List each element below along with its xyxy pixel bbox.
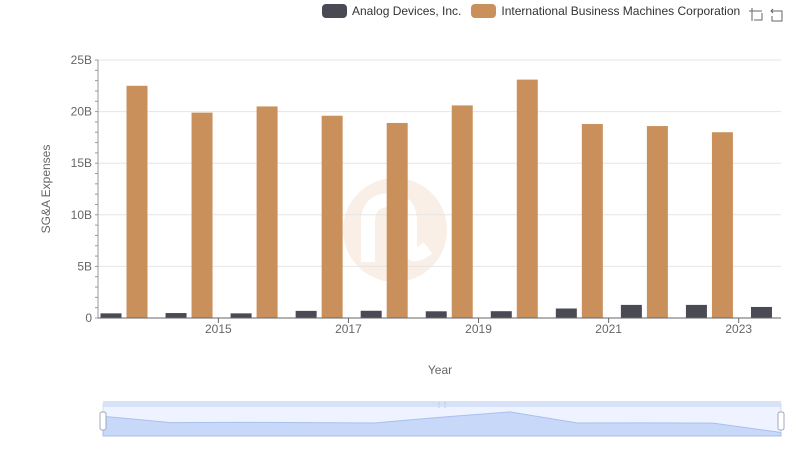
data-zoom-slider[interactable]: ⋮⋮ xyxy=(99,401,785,437)
x-tick-label: 2023 xyxy=(725,322,752,336)
bar-ibm-2018[interactable] xyxy=(386,122,408,319)
y-tick-label: 25B xyxy=(71,53,92,67)
y-tick-label: 20B xyxy=(71,105,92,119)
bar-analog-devices-2016[interactable] xyxy=(230,313,252,318)
chart: 0 5B 10B 15B 20B 25B 2015 2017 2019 2021 2023 SG&… xyxy=(39,53,785,437)
legend-label: International Business Machines Corporat… xyxy=(501,4,741,18)
x-axis-title: Year xyxy=(428,363,452,377)
toolbox xyxy=(746,6,786,24)
bar-analog-devices-2019[interactable] xyxy=(425,311,447,318)
bar-ibm-2016[interactable] xyxy=(256,106,278,318)
bar-analog-devices-2015[interactable] xyxy=(165,313,187,318)
bar-analog-devices-2018[interactable] xyxy=(360,310,382,318)
y-tick-label: 0 xyxy=(85,311,92,325)
y-axis-title: SG&A Expenses xyxy=(39,145,53,234)
y-tick-label: 15B xyxy=(71,156,92,170)
bar-ibm-2022[interactable] xyxy=(646,126,668,318)
bar-analog-devices-2023[interactable] xyxy=(685,304,707,318)
bar-analog-devices-2017[interactable] xyxy=(295,310,317,318)
x-axis: 2015 2017 2019 2021 2023 xyxy=(98,317,781,336)
bar-analog-devices-2022[interactable] xyxy=(620,304,642,318)
zoom-grip-icon: ⋮⋮ xyxy=(436,403,448,409)
y-tick-label: 5B xyxy=(77,259,92,273)
bar-ibm-2020[interactable] xyxy=(516,79,538,318)
restore-icon[interactable] xyxy=(768,6,786,24)
bar-ibm-2014[interactable] xyxy=(126,85,148,318)
y-tick-label: 10B xyxy=(71,208,92,222)
y-axis: 0 5B 10B 15B 20B 25B xyxy=(71,53,99,325)
data-zoom-icon[interactable] xyxy=(748,6,766,24)
bar-ibm-2023[interactable] xyxy=(711,132,733,318)
legend-swatch xyxy=(322,4,347,18)
bar-analog-devices-2024[interactable] xyxy=(750,306,772,318)
legend-swatch xyxy=(471,4,497,18)
x-tick-label: 2021 xyxy=(595,322,622,336)
bar-analog-devices-2014[interactable] xyxy=(100,313,122,318)
zoom-handle-left[interactable] xyxy=(99,411,107,431)
x-tick-label: 2019 xyxy=(465,322,492,336)
bar-analog-devices-2021[interactable] xyxy=(555,308,577,318)
zoom-handle-right[interactable] xyxy=(777,411,785,431)
legend-item-analog-devices[interactable]: Analog Devices, Inc. xyxy=(322,4,461,18)
bar-analog-devices-2020[interactable] xyxy=(490,311,512,318)
x-tick-label: 2015 xyxy=(205,322,232,336)
bar-ibm-2021[interactable] xyxy=(581,123,603,318)
bar-ibm-2019[interactable] xyxy=(451,105,473,319)
x-tick-label: 2017 xyxy=(335,322,362,336)
bar-ibm-2015[interactable] xyxy=(191,112,213,319)
bar-ibm-2017[interactable] xyxy=(321,115,343,318)
legend-item-ibm[interactable]: International Business Machines Corporat… xyxy=(471,4,740,18)
legend: Analog Devices, Inc. International Busin… xyxy=(322,4,750,18)
legend-label: Analog Devices, Inc. xyxy=(352,4,462,18)
